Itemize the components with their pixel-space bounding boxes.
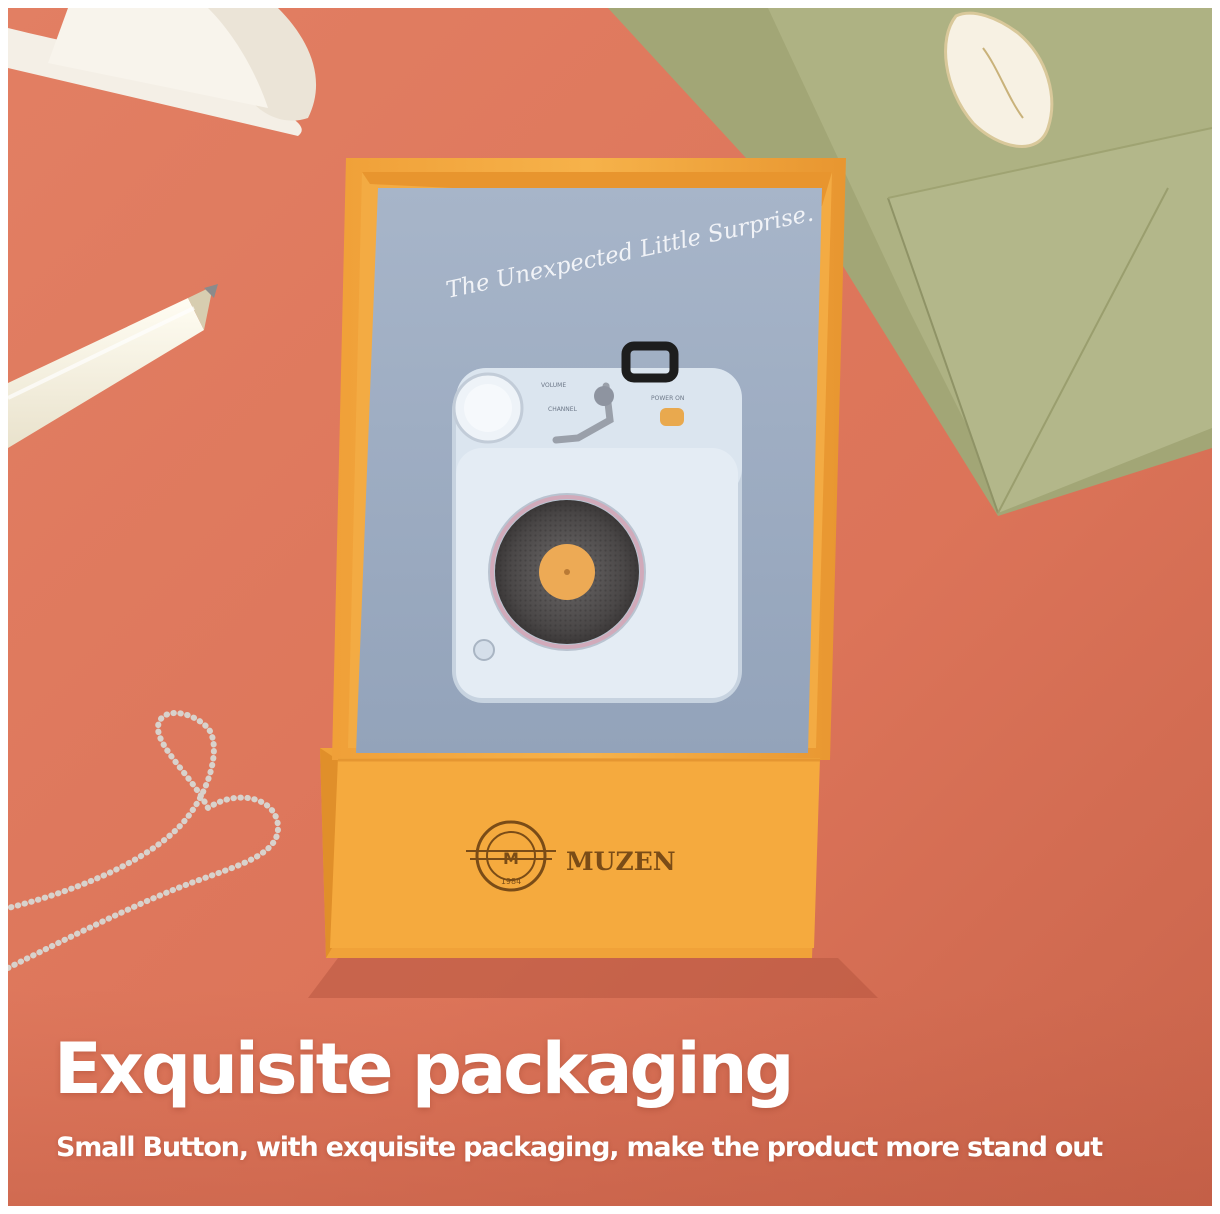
svg-text:M: M xyxy=(503,849,519,868)
small-button xyxy=(473,639,495,661)
logo-year: 1984 xyxy=(501,877,521,886)
headline: Exquisite packaging xyxy=(54,1028,795,1110)
channel-label: CHANNEL xyxy=(548,406,578,413)
power-label: POWER ON xyxy=(651,395,684,402)
product-photo: The Unexpected Little Surprise. VOLUME C… xyxy=(8,8,1212,1206)
volume-label: VOLUME xyxy=(541,382,566,389)
brand-name: MUZEN xyxy=(566,847,676,876)
power-switch xyxy=(660,408,684,426)
speaker-device: VOLUME CHANNEL POWER ON xyxy=(452,341,742,703)
product-scene: The Unexpected Little Surprise. VOLUME C… xyxy=(8,8,1212,1206)
subline: Small Button, with exquisite packaging, … xyxy=(56,1132,1103,1163)
